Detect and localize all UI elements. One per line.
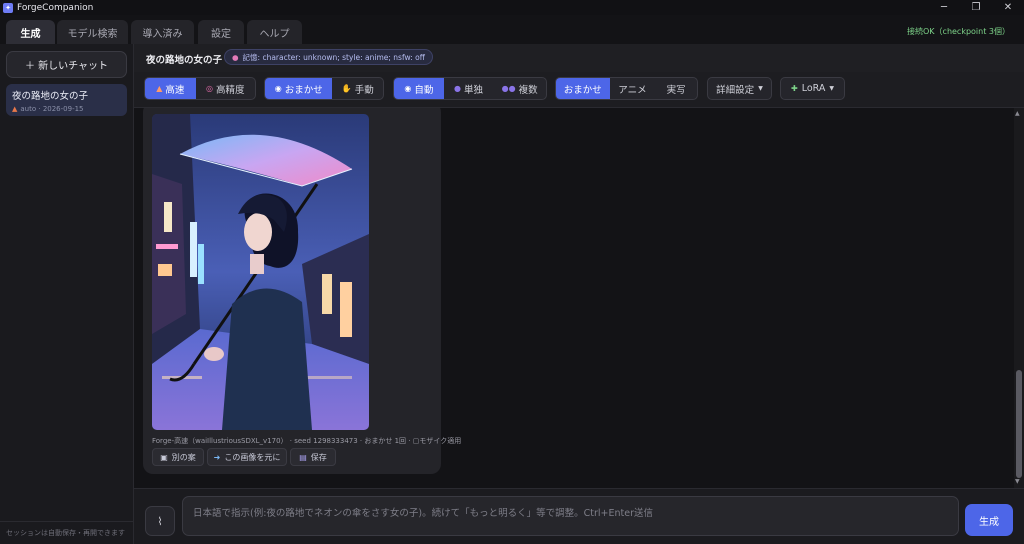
- tab-generate[interactable]: 生成: [6, 20, 55, 44]
- speed-precise-label: 高精度: [216, 84, 245, 96]
- chat-item-meta-text: auto · 2026-09-15: [20, 105, 84, 113]
- chat-item-meta: ▲ auto · 2026-09-15: [12, 105, 121, 113]
- prompt-input[interactable]: [182, 496, 959, 536]
- save-button[interactable]: ▤ 保存: [290, 448, 336, 466]
- tab-model-search[interactable]: モデル検索: [57, 20, 128, 44]
- speed-precise-button[interactable]: ◎ 高精度: [196, 78, 255, 99]
- style-auto-button[interactable]: おまかせ: [556, 78, 610, 99]
- scrollbar-thumb[interactable]: [1016, 370, 1022, 478]
- scroll-up-icon[interactable]: ▲: [1015, 110, 1020, 117]
- rocket-icon: ▲: [156, 84, 163, 93]
- generate-button[interactable]: 生成: [965, 504, 1013, 536]
- use-as-base-button[interactable]: ➜ この画像を元に: [207, 448, 287, 466]
- advanced-settings-dropdown[interactable]: 詳細設定 ▼: [707, 77, 772, 100]
- window-title: ForgeCompanion: [17, 2, 94, 13]
- floppy-disk-icon: ▤: [299, 452, 307, 462]
- sidebar-divider: [0, 521, 133, 522]
- person-icon: ●: [454, 84, 461, 93]
- robot-icon: ◉: [404, 84, 412, 93]
- tab-settings[interactable]: 設定: [198, 20, 244, 44]
- lora-dropdown[interactable]: ✚ LoRA ▼: [780, 77, 845, 100]
- close-button[interactable]: ✕: [992, 0, 1024, 15]
- memory-text: 記憶: character: unknown; style: anime; ns…: [242, 52, 425, 62]
- tab-installed[interactable]: 導入済み: [131, 20, 194, 44]
- scroll-down-icon[interactable]: ▼: [1015, 478, 1020, 485]
- main-tab-bar: 生成 モデル検索 導入済み 設定 ヘルプ 接続OK（checkpoint 3個）: [0, 15, 1024, 44]
- title-bar: ✦ ForgeCompanion ─ ❐ ✕: [0, 0, 1024, 15]
- lora-label: LoRA: [801, 83, 826, 94]
- sidebar-footer-note: セッションは自動保存・再開できます: [6, 529, 125, 537]
- chat-list-item[interactable]: 夜の路地の女の子 ▲ auto · 2026-09-15: [6, 84, 127, 116]
- content-scrollbar[interactable]: ▲ ▼: [1014, 108, 1024, 488]
- style-realistic-button[interactable]: 実写: [655, 78, 697, 99]
- target-icon: ◎: [206, 84, 213, 93]
- dice-icon: ▣: [160, 452, 168, 462]
- new-chat-button[interactable]: ＋ 新しいチャット: [6, 51, 127, 78]
- alternative-button[interactable]: ▣ 別の案: [152, 448, 204, 466]
- speed-toggle: ▲ 高速 ◎ 高精度: [144, 77, 256, 100]
- link-icon: ➜: [213, 452, 221, 462]
- use-as-base-label: この画像を元に: [224, 452, 281, 462]
- generation-metadata: Forge-高速（waiIllustriousSDXL_v170） · seed…: [152, 437, 462, 445]
- generated-image-message: Forge-高速（waiIllustriousSDXL_v170） · seed…: [143, 108, 461, 474]
- generation-toolbar: ▲ 高速 ◎ 高精度 ◉ おまかせ ✋ 手動 ◉ 自動 ● 単独 ●● 複数 お…: [134, 72, 1024, 108]
- speed-fast-button[interactable]: ▲ 高速: [145, 78, 196, 99]
- robot-icon: ◉: [274, 84, 282, 93]
- sidebar: ＋ 新しいチャット 夜の路地の女の子 ▲ auto · 2026-09-15 セ…: [0, 44, 134, 544]
- mode-manual-label: 手動: [354, 84, 374, 96]
- paperclip-icon: ⌇: [157, 514, 163, 528]
- count-single-button[interactable]: ● 単独: [444, 78, 494, 99]
- save-label: 保存: [310, 452, 327, 462]
- count-toggle: ◉ 自動 ● 単独 ●● 複数: [393, 77, 547, 100]
- mode-manual-button[interactable]: ✋ 手動: [332, 78, 383, 99]
- brain-icon: ●: [232, 52, 239, 62]
- hand-icon: ✋: [341, 84, 352, 93]
- alternative-label: 別の案: [171, 452, 196, 462]
- count-auto-label: 自動: [414, 84, 434, 96]
- count-multiple-label: 複数: [518, 84, 538, 96]
- memory-badge: ● 記憶: character: unknown; style: anime; …: [224, 49, 433, 65]
- tab-help[interactable]: ヘルプ: [247, 20, 302, 44]
- attach-button[interactable]: ⌇: [145, 506, 175, 536]
- mode-toggle: ◉ おまかせ ✋ 手動: [264, 77, 384, 100]
- connection-status: 接続OK（checkpoint 3個）: [907, 27, 1010, 36]
- advanced-settings-label: 詳細設定: [716, 84, 755, 96]
- app-logo-icon: ✦: [3, 2, 13, 13]
- chat-item-title: 夜の路地の女の子: [12, 91, 89, 102]
- composer: ⌇ 生成: [134, 488, 1024, 544]
- people-icon: ●●: [501, 84, 516, 93]
- speed-fast-label: 高速: [165, 84, 185, 96]
- generated-image[interactable]: [152, 114, 369, 430]
- rocket-icon: ▲: [12, 105, 18, 113]
- style-toggle: おまかせ アニメ 実写: [555, 77, 698, 100]
- caret-down-icon: ▼: [829, 85, 834, 92]
- count-single-label: 単独: [463, 84, 483, 96]
- style-anime-button[interactable]: アニメ: [610, 78, 656, 99]
- mode-auto-button[interactable]: ◉ おまかせ: [265, 78, 333, 99]
- chat-header: 夜の路地の女の子 ● 記憶: character: unknown; style…: [134, 44, 1024, 72]
- page-title: 夜の路地の女の子: [146, 55, 223, 66]
- mode-auto-label: おまかせ: [284, 84, 323, 96]
- count-auto-button[interactable]: ◉ 自動: [394, 78, 444, 99]
- puzzle-icon: ✚: [791, 84, 798, 93]
- count-multiple-button[interactable]: ●● 複数: [493, 78, 546, 99]
- maximize-button[interactable]: ❐: [960, 0, 992, 15]
- chat-content: Forge-高速（waiIllustriousSDXL_v170） · seed…: [134, 108, 1024, 488]
- minimize-button[interactable]: ─: [928, 0, 960, 15]
- caret-down-icon: ▼: [758, 85, 763, 92]
